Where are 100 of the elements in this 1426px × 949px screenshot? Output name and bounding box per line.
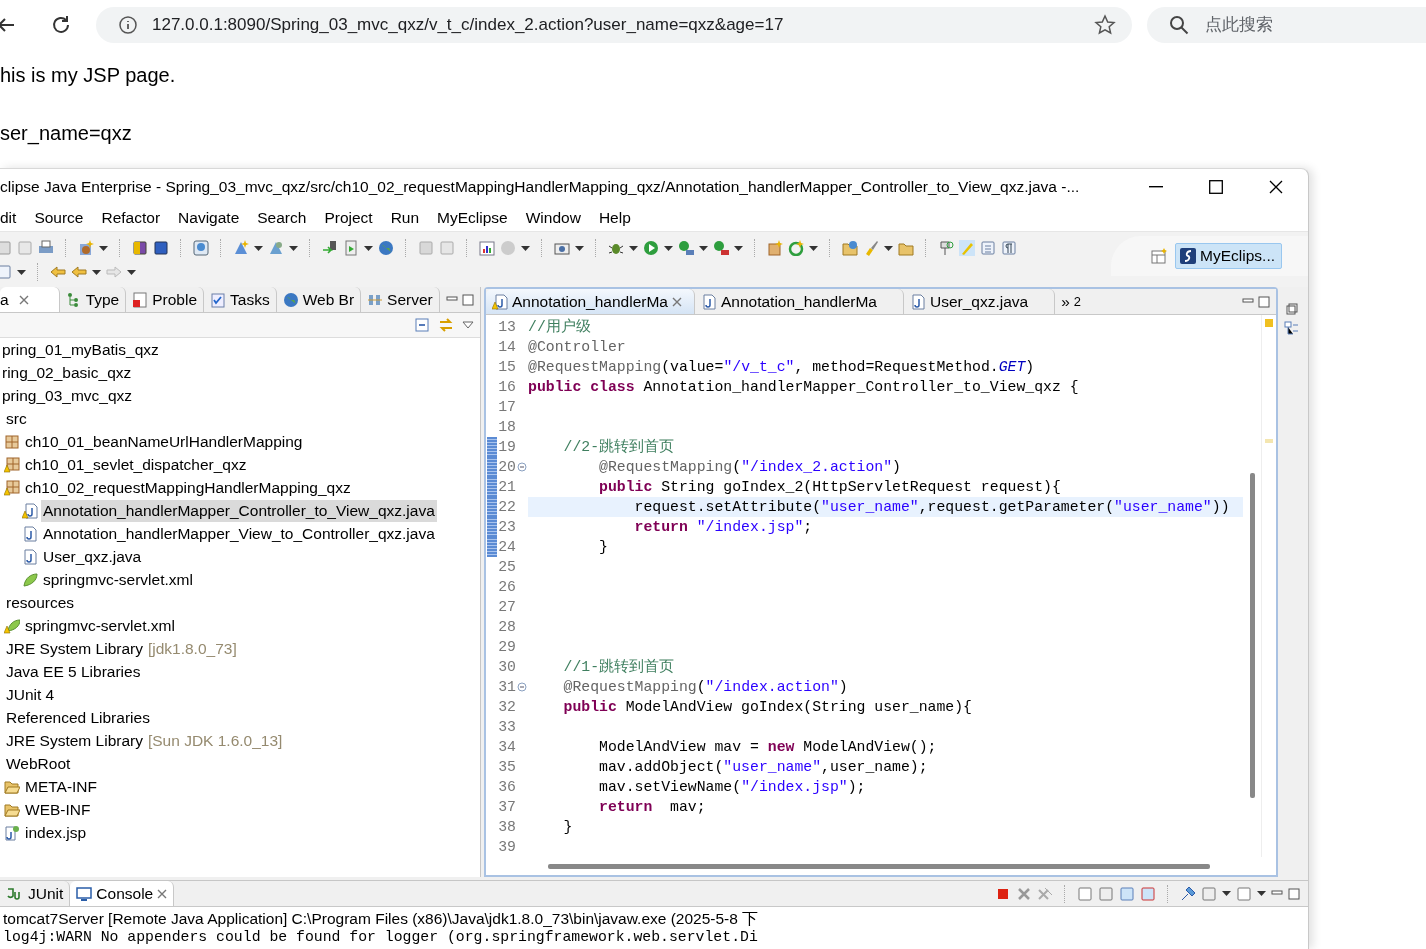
caret-icon[interactable] — [254, 245, 263, 251]
maximize-icon[interactable] — [1209, 180, 1223, 194]
perspective-button[interactable]: MyEclips... — [1175, 243, 1282, 269]
tree-item[interactable]: JRE System Library — [4, 637, 145, 660]
tasks-icon[interactable] — [210, 291, 227, 308]
brush-icon[interactable] — [863, 240, 879, 256]
caret-icon[interactable] — [699, 245, 708, 251]
caret-icon[interactable] — [364, 245, 373, 251]
server-icon[interactable] — [322, 240, 338, 256]
editor-tab[interactable]: User_qxz.java — [903, 289, 1056, 314]
view-tab[interactable]: Type — [59, 287, 127, 312]
caret-icon[interactable] — [521, 245, 530, 251]
menu-item[interactable]: dit — [0, 209, 26, 227]
monitor-icon[interactable] — [76, 885, 93, 902]
tree-item[interactable]: index.jsp — [23, 821, 89, 844]
menu-item[interactable]: Window — [516, 209, 590, 227]
run-icon[interactable] — [678, 240, 694, 256]
menu-item[interactable]: Refactor — [92, 209, 170, 227]
restore-icon[interactable] — [1286, 303, 1298, 315]
tree-item[interactable]: ring_02_basic_qxz — [0, 361, 134, 384]
caret-icon[interactable] — [809, 245, 818, 251]
server-icon[interactable] — [193, 240, 209, 256]
new-wizard-icon[interactable] — [78, 240, 94, 256]
remove-all-icon[interactable] — [1037, 885, 1053, 902]
tree-item[interactable]: ch10_01_sevlet_dispatcher_qxz — [23, 453, 249, 476]
outline-icon[interactable] — [1284, 321, 1300, 337]
caret-icon[interactable] — [289, 245, 298, 251]
problems-icon[interactable] — [132, 291, 149, 308]
editor-tab[interactable]: Annotation_handlerMa — [695, 289, 904, 314]
tree-item[interactable]: springmvc-servlet.xml — [23, 614, 177, 637]
tree-item[interactable]: resources — [4, 591, 77, 614]
fold-icon[interactable] — [517, 682, 527, 692]
camera-icon[interactable] — [554, 240, 570, 256]
view-menu-icon[interactable] — [462, 321, 474, 329]
pin-icon[interactable] — [938, 240, 954, 256]
pin-icon[interactable] — [1180, 885, 1196, 902]
menu-item[interactable]: Source — [25, 209, 93, 227]
view-tab[interactable]: Tasks — [204, 287, 277, 312]
tree-item[interactable]: User_qxz.java — [41, 545, 144, 568]
minimize-icon[interactable] — [1149, 186, 1163, 188]
deploy-icon[interactable] — [233, 240, 249, 256]
tree-item[interactable]: WebRoot — [4, 752, 73, 775]
tree-item[interactable]: pring_03_mvc_qxz — [0, 384, 135, 407]
tree-item[interactable]: src — [4, 407, 29, 430]
run-icon[interactable] — [643, 240, 659, 256]
view-tab[interactable]: Web Br — [276, 287, 362, 312]
tree-item[interactable]: WEB-INF — [23, 798, 93, 821]
menu-item[interactable]: Navigate — [169, 209, 249, 227]
tree-item[interactable]: JRE System Library — [4, 729, 145, 752]
cube-icon[interactable] — [132, 240, 148, 256]
deploy-icon[interactable] — [268, 240, 284, 256]
address-field[interactable]: 127.0.0.1:8090/Spring_03_mvc_qxz/v_t_c/index_2.action?user_name=qxz&age=17 — [96, 7, 1132, 43]
view-tab[interactable]: Server — [361, 287, 440, 312]
close-icon[interactable] — [1269, 180, 1283, 194]
view-tab[interactable]: Console — [70, 881, 175, 906]
pilcrow-icon[interactable] — [1001, 240, 1017, 256]
open-perspective-icon[interactable] — [1151, 248, 1168, 264]
scrollbar-thumb[interactable] — [548, 863, 1210, 869]
run-icon[interactable] — [713, 240, 729, 256]
caret-icon[interactable] — [17, 269, 26, 275]
caret-icon[interactable] — [92, 269, 101, 275]
tree-item[interactable]: pring_01_myBatis_qxz — [0, 338, 161, 361]
reload-icon[interactable] — [50, 14, 72, 36]
caret-icon[interactable] — [127, 269, 136, 275]
search-field[interactable]: 点此搜索 — [1147, 7, 1426, 43]
search-icon[interactable] — [1169, 15, 1189, 35]
view-tab[interactable]: a — [0, 287, 60, 312]
caret-icon[interactable] — [884, 245, 893, 251]
menu-item[interactable]: Search — [248, 209, 316, 227]
remove-icon[interactable] — [1016, 885, 1032, 902]
fold-icon[interactable] — [517, 462, 527, 472]
menu-item[interactable]: MyEclipse — [428, 209, 517, 227]
caret-icon[interactable] — [99, 245, 108, 251]
tree-item[interactable]: springmvc-servlet.xml — [41, 568, 195, 591]
caret-icon[interactable] — [664, 245, 673, 251]
tree-item[interactable]: Annotation_handlerMapper_View_to_Controller_qxz.java — [41, 522, 437, 545]
link-icon[interactable] — [438, 317, 454, 333]
view-tab[interactable]: Proble — [126, 287, 205, 312]
caret-icon[interactable] — [1222, 891, 1231, 896]
tree-item[interactable]: Referenced Libraries — [4, 706, 152, 729]
show-error-icon[interactable] — [1140, 885, 1156, 902]
tree-item[interactable]: ch10_01_beanNameUrlHandlerMapping — [23, 430, 305, 453]
menu-item[interactable]: Help — [589, 209, 640, 227]
print-icon[interactable] — [38, 240, 54, 256]
caret-icon[interactable] — [734, 245, 743, 251]
star-icon[interactable] — [1094, 14, 1116, 36]
caret-icon[interactable] — [575, 245, 584, 251]
chart-icon[interactable] — [479, 240, 495, 256]
scrollbar-thumb[interactable] — [1249, 473, 1255, 798]
menu-item[interactable]: Project — [315, 209, 382, 227]
caret-icon[interactable] — [629, 245, 638, 251]
info-icon[interactable] — [118, 15, 138, 35]
server-run-icon[interactable] — [343, 240, 359, 256]
tree-item[interactable]: Java EE 5 Libraries — [4, 660, 143, 683]
caret-icon[interactable] — [1257, 891, 1266, 896]
new-class-icon[interactable] — [767, 240, 783, 256]
tree-item[interactable]: META-INF — [23, 775, 100, 798]
tree-item[interactable]: Annotation_handlerMapper_Controller_to_View_qxz.java — [41, 499, 437, 522]
tree-item[interactable]: ch10_02_requestMappingHandlerMapping_qxz — [23, 476, 353, 499]
cube-icon[interactable] — [153, 240, 169, 256]
